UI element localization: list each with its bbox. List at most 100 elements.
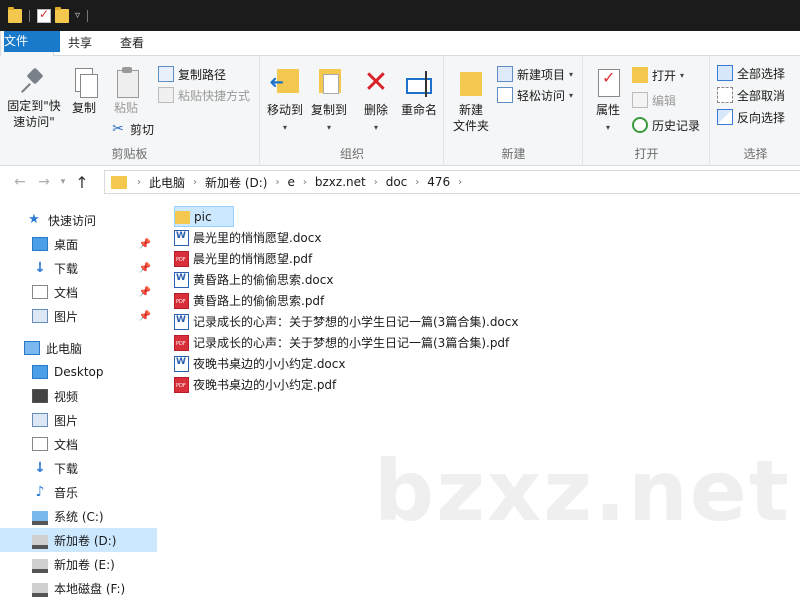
breadcrumb-doc[interactable]: doc bbox=[382, 175, 412, 189]
breadcrumb-bzxz[interactable]: bzxz.net bbox=[311, 175, 370, 189]
file-list: pic 晨光里的悄悄愿望.docx 晨光里的悄悄愿望.pdf 黄昏路上的偷偷思索… bbox=[170, 205, 800, 600]
forward-arrow-icon[interactable]: → bbox=[32, 174, 56, 190]
drive-icon bbox=[32, 583, 48, 597]
word-document-icon bbox=[174, 229, 189, 246]
sidebar-item-downloads[interactable]: ↓ 下载 📌 bbox=[0, 256, 157, 280]
list-item[interactable]: 记录成长的心声：关于梦想的小学生日记一篇(3篇合集).pdf bbox=[174, 332, 515, 353]
documents-icon bbox=[32, 285, 48, 299]
chevron-right-icon[interactable]: › bbox=[299, 177, 311, 188]
select-none-button[interactable]: 全部取消 bbox=[717, 85, 785, 105]
tab-file[interactable]: 文件 bbox=[4, 31, 60, 52]
group-label: 打开 bbox=[634, 147, 659, 161]
tab-view[interactable]: 查看 bbox=[106, 31, 158, 56]
word-document-icon bbox=[174, 313, 189, 330]
new-item-button[interactable]: 新建项目 ▾ bbox=[497, 64, 573, 84]
select-none-icon bbox=[717, 87, 733, 103]
recent-locations-icon[interactable]: ▾ bbox=[56, 177, 70, 187]
desktop-icon bbox=[32, 365, 48, 379]
sidebar-item-videos[interactable]: 视频 bbox=[0, 384, 157, 408]
system-drive-icon bbox=[32, 511, 48, 525]
select-all-button[interactable]: 全部选择 bbox=[717, 63, 785, 83]
list-item[interactable]: 黄昏路上的偷偷思索.docx bbox=[174, 269, 339, 290]
pin-to-quick-access-button[interactable]: 固定到"快 速访问" bbox=[4, 66, 64, 130]
sidebar-item-this-pc[interactable]: 此电脑 bbox=[0, 336, 157, 360]
chevron-right-icon[interactable]: › bbox=[133, 177, 145, 188]
sidebar-item-drive-c[interactable]: 系统 (C:) bbox=[0, 504, 157, 528]
rename-icon bbox=[403, 66, 435, 100]
chevron-right-icon[interactable]: › bbox=[271, 177, 283, 188]
ribbon-tabs: 文件 主页 共享 查看 bbox=[0, 31, 800, 57]
address-bar[interactable]: › 此电脑 › 新加卷 (D:) › e › bzxz.net › doc › … bbox=[104, 170, 800, 194]
chevron-right-icon[interactable]: › bbox=[411, 177, 423, 188]
customize-quick-access-icon[interactable]: ▿ bbox=[75, 10, 80, 21]
chevron-right-icon[interactable]: › bbox=[454, 177, 466, 188]
invert-selection-button[interactable]: 反向选择 bbox=[717, 107, 785, 127]
delete-button[interactable]: ✕ 删除 ▾ bbox=[359, 66, 393, 136]
pin-icon: 📌 bbox=[138, 286, 151, 298]
new-folder-icon bbox=[456, 66, 486, 100]
edit-button[interactable]: 编辑 bbox=[632, 90, 676, 110]
copy-to-icon bbox=[313, 66, 345, 100]
dropdown-caret-icon: ▾ bbox=[569, 69, 574, 79]
sidebar-item-drive-f[interactable]: 本地磁盘 (F:) bbox=[0, 576, 157, 600]
tab-share[interactable]: 共享 bbox=[54, 31, 106, 56]
navigation-bar: ← → ▾ ↑ › 此电脑 › 新加卷 (D:) › e › bzxz.net … bbox=[0, 167, 800, 197]
copy-button[interactable]: 复制 bbox=[66, 66, 102, 116]
sidebar-item-documents[interactable]: 文档 📌 bbox=[0, 280, 157, 304]
pictures-icon bbox=[32, 413, 48, 427]
sidebar-item-music[interactable]: ♪ 音乐 bbox=[0, 480, 157, 504]
clipboard-icon bbox=[113, 66, 139, 98]
properties-button[interactable]: 属性 ▾ bbox=[588, 66, 628, 136]
sidebar-item-desktop[interactable]: 桌面 📌 bbox=[0, 232, 157, 256]
select-group: 全部选择 全部取消 反向选择 选择 bbox=[711, 56, 800, 166]
up-arrow-icon[interactable]: ↑ bbox=[70, 173, 94, 192]
list-item-folder[interactable]: pic bbox=[174, 206, 234, 227]
list-item[interactable]: 夜晚书桌边的小小约定.pdf bbox=[174, 374, 342, 395]
history-icon bbox=[632, 117, 648, 133]
breadcrumb-drive-d[interactable]: 新加卷 (D:) bbox=[201, 174, 271, 191]
chevron-right-icon[interactable]: › bbox=[189, 177, 201, 188]
sidebar-item-pc-downloads[interactable]: ↓ 下载 bbox=[0, 456, 157, 480]
breadcrumb-e[interactable]: e bbox=[283, 175, 298, 189]
new-folder-button[interactable]: 新建 文件夹 bbox=[449, 66, 493, 134]
download-arrow-icon: ↓ bbox=[34, 460, 46, 476]
star-icon: ★ bbox=[28, 212, 40, 227]
list-item[interactable]: 晨光里的悄悄愿望.docx bbox=[174, 227, 327, 248]
history-button[interactable]: 历史记录 bbox=[632, 115, 700, 135]
list-item[interactable]: 夜晚书桌边的小小约定.docx bbox=[174, 353, 351, 374]
invert-selection-icon bbox=[717, 109, 733, 125]
properties-quick-icon[interactable] bbox=[37, 7, 51, 23]
paste-shortcut-button[interactable]: 粘贴快捷方式 bbox=[158, 85, 250, 105]
breadcrumb-this-pc[interactable]: 此电脑 bbox=[145, 174, 189, 191]
back-arrow-icon[interactable]: ← bbox=[8, 174, 32, 190]
sidebar-item-pc-pictures[interactable]: 图片 bbox=[0, 408, 157, 432]
move-to-button[interactable]: 移动到 ▾ bbox=[263, 66, 307, 136]
pdf-file-icon bbox=[174, 376, 189, 393]
easy-access-button[interactable]: 轻松访问 ▾ bbox=[497, 85, 573, 105]
new-folder-quick-icon[interactable] bbox=[55, 6, 69, 23]
sidebar-item-drive-e[interactable]: 新加卷 (E:) bbox=[0, 552, 157, 576]
sidebar-item-pictures[interactable]: 图片 📌 bbox=[0, 304, 157, 328]
delete-x-icon: ✕ bbox=[363, 65, 389, 100]
move-to-icon bbox=[269, 66, 301, 100]
copy-path-button[interactable]: 复制路径 bbox=[158, 64, 226, 84]
list-item[interactable]: 黄昏路上的偷偷思索.pdf bbox=[174, 290, 330, 311]
chevron-right-icon[interactable]: › bbox=[370, 177, 382, 188]
open-button[interactable]: 打开 ▾ bbox=[632, 65, 684, 85]
sidebar-item-pc-desktop[interactable]: Desktop bbox=[0, 360, 157, 384]
group-label: 剪贴板 bbox=[111, 147, 148, 161]
paste-button[interactable]: 粘贴 bbox=[108, 66, 144, 116]
pdf-file-icon bbox=[174, 334, 189, 351]
ribbon: 固定到"快 速访问" 复制 粘贴 复制路径 粘贴快捷方式 ✂ 剪切 剪贴板 移动… bbox=[0, 56, 800, 166]
sidebar-item-quick-access[interactable]: ★ 快速访问 bbox=[0, 208, 157, 232]
list-item[interactable]: 记录成长的心声：关于梦想的小学生日记一篇(3篇合集).docx bbox=[174, 311, 524, 332]
sidebar-item-pc-documents[interactable]: 文档 bbox=[0, 432, 157, 456]
list-item[interactable]: 晨光里的悄悄愿望.pdf bbox=[174, 248, 318, 269]
copy-to-button[interactable]: 复制到 ▾ bbox=[307, 66, 351, 136]
breadcrumb-476[interactable]: 476 bbox=[423, 175, 454, 189]
pictures-icon bbox=[32, 309, 48, 323]
rename-button[interactable]: 重命名 bbox=[397, 66, 441, 118]
navigation-pane: ★ 快速访问 桌面 📌 ↓ 下载 📌 文档 📌 图片 📌 此电脑 Desktop… bbox=[0, 205, 157, 600]
cut-button[interactable]: ✂ 剪切 bbox=[110, 119, 154, 139]
sidebar-item-drive-d[interactable]: 新加卷 (D:) bbox=[0, 528, 157, 552]
